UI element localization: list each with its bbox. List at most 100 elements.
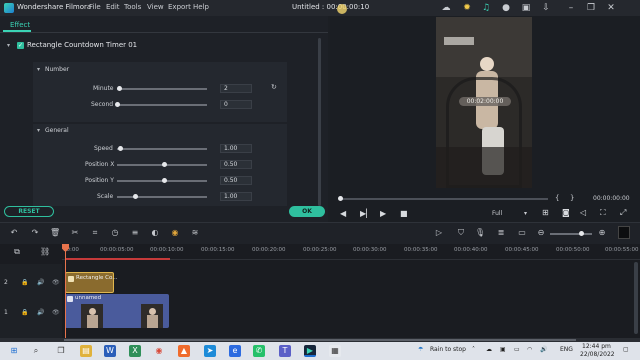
stop-icon[interactable]: ■	[400, 209, 408, 218]
redo-icon[interactable]: ↷	[30, 228, 40, 238]
chrome-icon[interactable]: ◉	[153, 345, 165, 357]
position-y-slider-knob[interactable]	[162, 178, 167, 183]
zoom-slider[interactable]	[550, 233, 592, 235]
zoom-slider-knob[interactable]	[579, 231, 584, 236]
search-icon[interactable]: ⌕	[30, 345, 42, 357]
weather-icon[interactable]: ☂	[418, 346, 423, 353]
excel-icon[interactable]: X	[129, 345, 141, 357]
scale-value-field[interactable]: 1.00	[220, 192, 252, 201]
clock-time[interactable]: 12:44 pm	[582, 343, 611, 350]
minute-slider-knob[interactable]	[117, 86, 122, 91]
quality-select[interactable]: Full	[492, 210, 502, 217]
account-icon[interactable]: ●	[501, 3, 511, 13]
second-value-field[interactable]: 0	[220, 100, 252, 109]
delete-icon[interactable]: 🗑	[50, 228, 60, 238]
marker-icon[interactable]: ⛉	[456, 228, 466, 238]
zoom-in-icon[interactable]: ⊕	[597, 228, 607, 238]
volume-icon[interactable]: ◁	[580, 208, 586, 217]
preview-progress-bar[interactable]	[340, 198, 548, 200]
headset-icon[interactable]: ♫	[481, 3, 491, 13]
scale-slider-knob[interactable]	[133, 194, 138, 199]
effect-panel-scrollbar[interactable]	[318, 38, 321, 206]
menu-help[interactable]: Help	[193, 3, 209, 11]
battery-icon[interactable]: ▭	[514, 346, 520, 353]
task-view-icon[interactable]: ❐	[55, 345, 67, 357]
voiceover-icon[interactable]: ▭	[517, 228, 527, 238]
menu-view[interactable]: View	[147, 3, 164, 11]
lock-icon[interactable]: 🔒	[21, 309, 28, 316]
language-indicator[interactable]: ENG	[560, 346, 573, 353]
second-slider[interactable]	[117, 104, 207, 106]
start-icon[interactable]: ⊞	[8, 345, 20, 357]
eye-icon[interactable]: 👁	[52, 309, 60, 316]
filmora-taskbar-icon[interactable]: ▶	[304, 345, 316, 357]
position-x-value-field[interactable]: 0.50	[220, 160, 252, 169]
cloud-tray-icon[interactable]: ☁	[486, 346, 492, 353]
second-slider-knob[interactable]	[115, 102, 120, 107]
close-icon[interactable]: ✕	[606, 3, 616, 13]
expand-icon[interactable]: ⤢	[620, 208, 626, 218]
weather-status[interactable]: Rain to stop	[430, 346, 466, 353]
eye-icon[interactable]: 👁	[52, 279, 60, 286]
quality-chevron-icon[interactable]: ▾	[524, 210, 527, 217]
notifications-icon[interactable]: ▢	[623, 346, 629, 353]
zoom-out-icon[interactable]: ⊖	[536, 228, 546, 238]
menu-file[interactable]: File	[89, 3, 101, 11]
scale-slider[interactable]	[117, 196, 207, 198]
mark-out-icon[interactable]: }	[570, 194, 574, 202]
reset-button[interactable]: RESET	[4, 206, 54, 217]
speed-icon[interactable]: ◷	[110, 228, 120, 238]
wifi-icon[interactable]: ◠	[527, 346, 532, 353]
play-icon[interactable]: ▶	[380, 209, 386, 218]
minute-slider[interactable]	[117, 88, 207, 90]
number-chevron-icon[interactable]: ▾	[37, 66, 40, 73]
ok-button[interactable]: OK	[289, 206, 325, 217]
position-x-slider-knob[interactable]	[162, 162, 167, 167]
speed-slider[interactable]	[117, 148, 207, 150]
general-chevron-icon[interactable]: ▾	[37, 127, 40, 134]
menu-edit[interactable]: Edit	[106, 3, 120, 11]
lock-icon[interactable]: 🔒	[21, 279, 28, 286]
render-preview-icon[interactable]: ▷	[434, 228, 444, 238]
telegram-icon[interactable]: ➤	[204, 345, 216, 357]
timeline-scroll-thumb[interactable]	[64, 339, 576, 341]
download-icon[interactable]: ⇩	[541, 3, 551, 13]
microphone-icon[interactable]: 🎙	[475, 228, 485, 238]
playhead[interactable]	[65, 244, 66, 338]
app-icon[interactable]: ▦	[329, 345, 341, 357]
video-clip[interactable]: unnamed	[65, 294, 169, 328]
effect-enable-checkbox[interactable]: ✓	[17, 42, 24, 49]
undo-icon[interactable]: ↶	[9, 228, 19, 238]
audio-mixer-icon[interactable]: ≣	[496, 228, 506, 238]
link-icon[interactable]: ⛓	[40, 247, 50, 257]
fullscreen-icon[interactable]: ⛶	[600, 208, 606, 218]
mark-in-icon[interactable]: {	[555, 194, 559, 202]
minimize-icon[interactable]: –	[566, 3, 576, 13]
minute-value-field[interactable]: 2	[220, 84, 252, 93]
color-icon[interactable]: ◐	[150, 228, 160, 238]
camera-tray-icon[interactable]: ▣	[500, 346, 506, 353]
speed-value-field[interactable]: 1.00	[220, 144, 252, 153]
save-icon[interactable]: ▣	[521, 3, 531, 13]
preview-progress-knob[interactable]	[338, 196, 343, 201]
file-explorer-icon[interactable]: ▤	[80, 345, 92, 357]
restore-icon[interactable]: ❐	[586, 3, 596, 13]
snapshot-icon[interactable]: ◙	[562, 208, 570, 217]
timeline-panel-toggle-icon[interactable]	[618, 226, 630, 239]
tab-effect[interactable]: Effect	[3, 18, 31, 32]
title-clip[interactable]: Rectangle Co...	[65, 272, 118, 293]
idea-bulb-icon[interactable]: ✹	[462, 3, 472, 13]
step-back-icon[interactable]: ▶▏	[360, 209, 372, 218]
teams-icon[interactable]: T	[279, 345, 291, 357]
speaker-icon[interactable]: 🔊	[37, 279, 44, 286]
add-track-icon[interactable]: ⧉	[12, 247, 22, 257]
speed-slider-knob[interactable]	[118, 146, 123, 151]
brave-icon[interactable]: ▲	[178, 345, 190, 357]
speaker-icon[interactable]: 🔊	[37, 309, 44, 316]
menu-export[interactable]: Export	[168, 3, 191, 11]
clock-date[interactable]: 22/08/2022	[580, 351, 615, 358]
reset-param-icon[interactable]: ↻	[271, 83, 277, 91]
prev-frame-icon[interactable]: ◀	[340, 209, 346, 218]
word-icon[interactable]: W	[104, 345, 116, 357]
keyframe-icon[interactable]: ◉	[170, 228, 180, 238]
